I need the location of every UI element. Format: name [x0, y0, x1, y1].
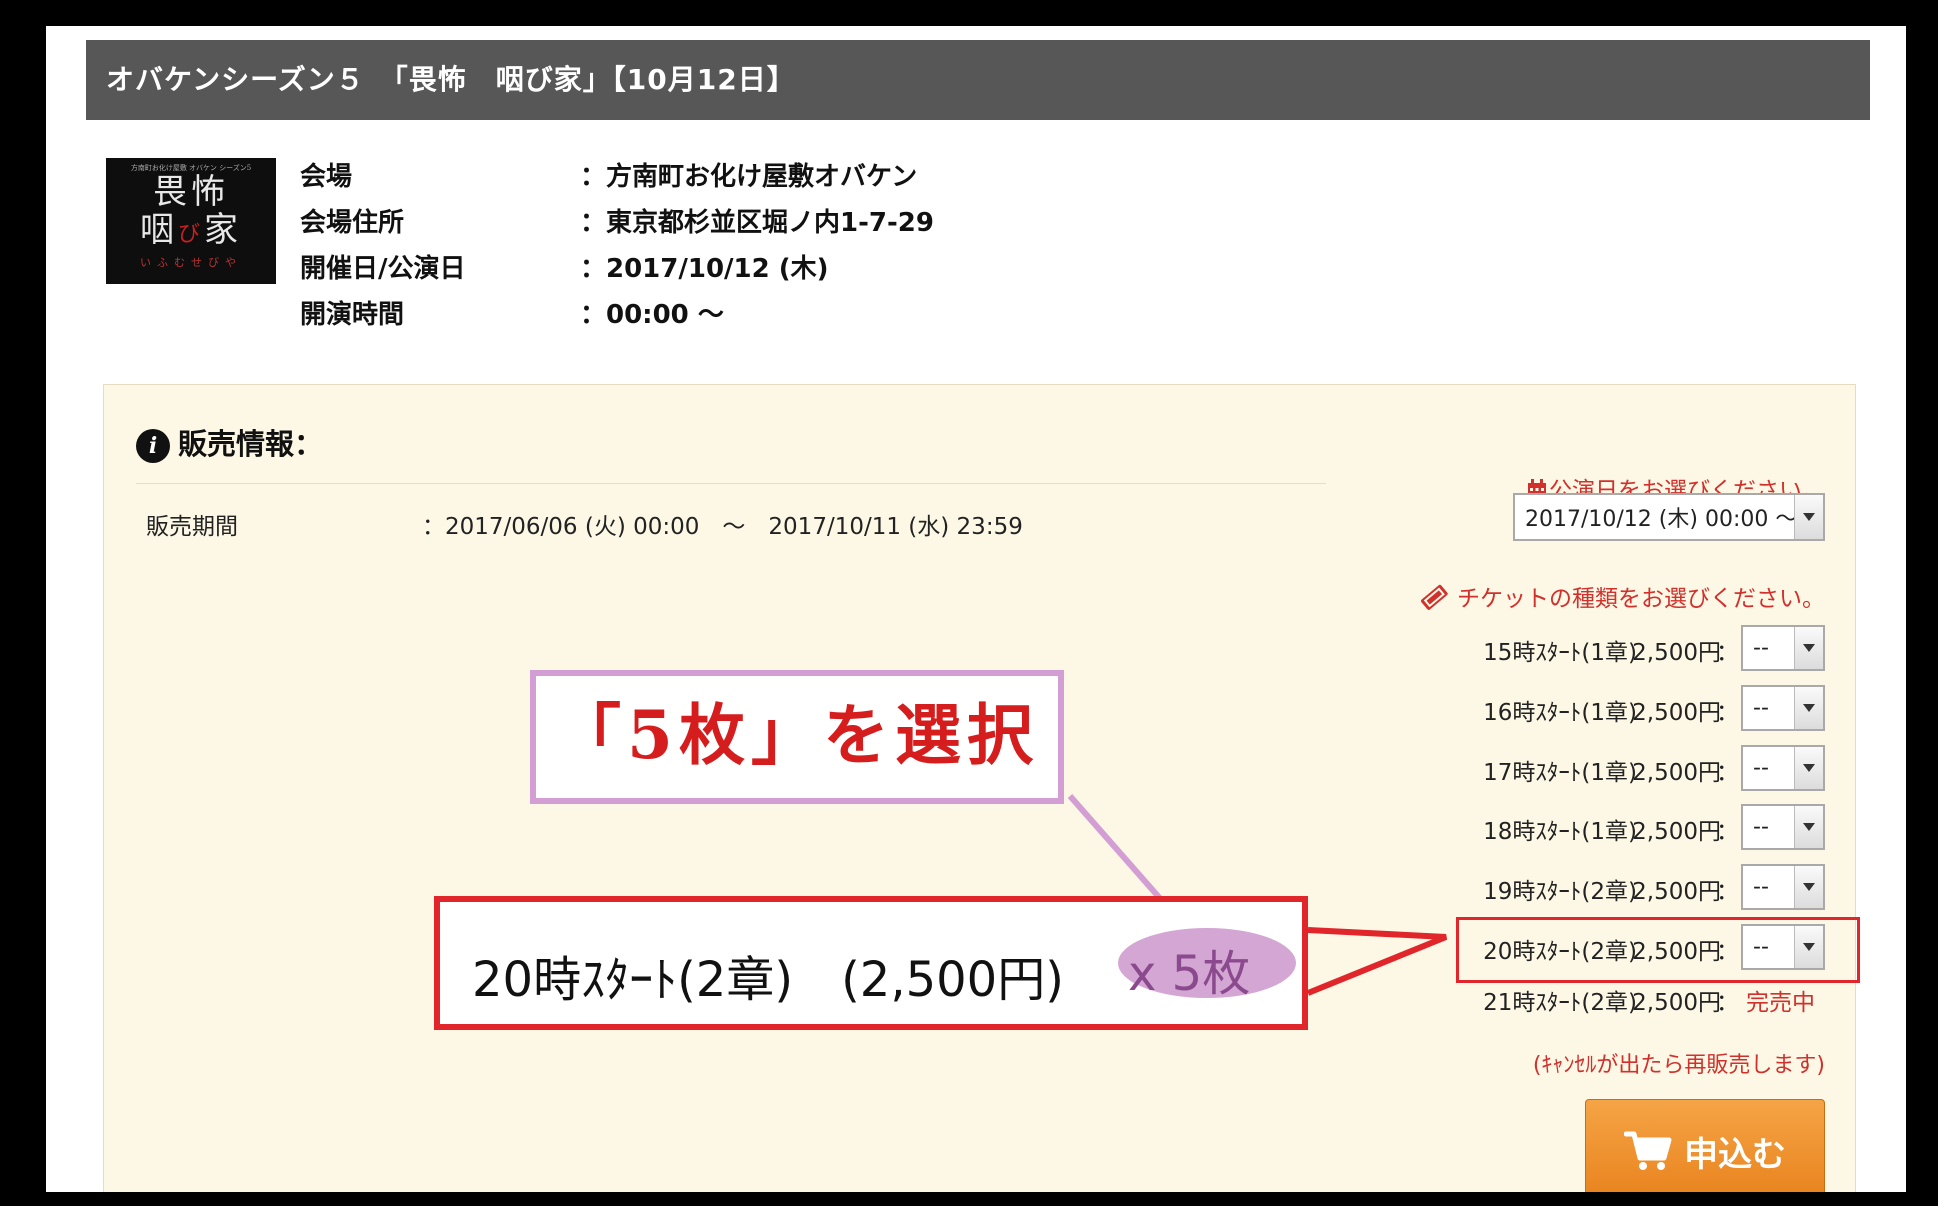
annotation-callout: 「5枚」を選択 [530, 670, 1064, 804]
page: オバケンシーズン５ 「畏怖 咽び家」【10月12日】 方南町お化け屋敷 オバケン… [46, 26, 1906, 1192]
annotation-result-qty: x 5枚 [1128, 946, 1251, 1002]
result-pointer [1306, 927, 1448, 996]
annotation-result-text: 20時ｽﾀｰﾄ(2章) (2,500円) [472, 952, 1064, 1008]
